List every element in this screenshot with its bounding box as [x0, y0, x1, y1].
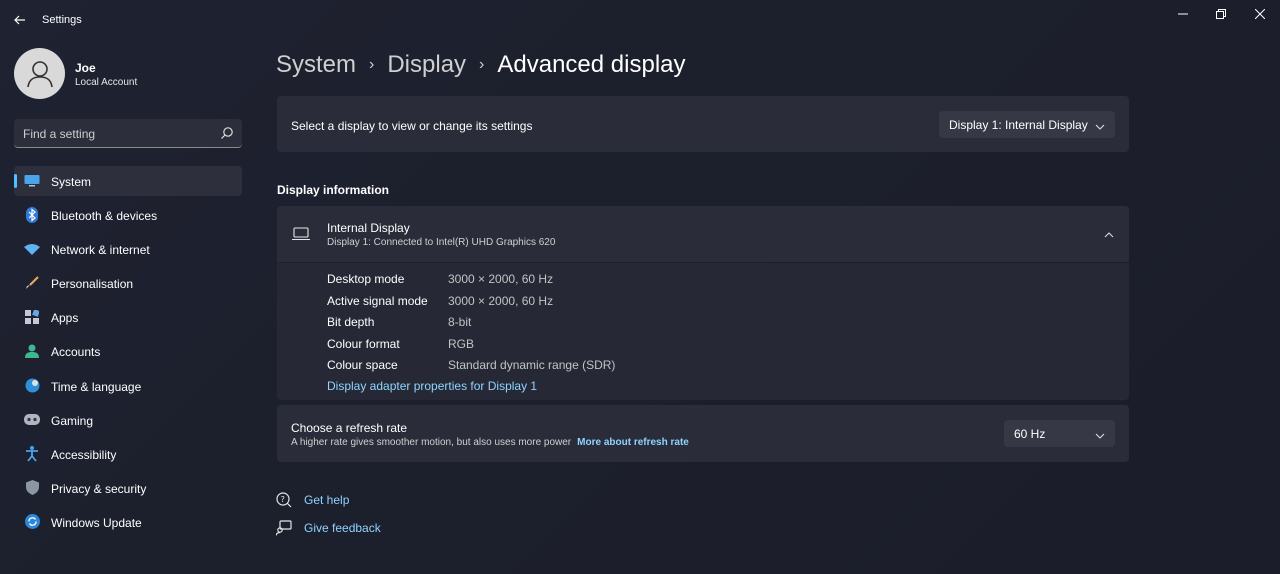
chevron-down-icon: [1095, 119, 1105, 130]
give-feedback-link[interactable]: Give feedback: [275, 518, 381, 538]
get-help-link[interactable]: ? Get help: [276, 490, 349, 510]
display-select-value: Display 1: Internal Display: [949, 118, 1088, 132]
sidebar-item-bluetooth[interactable]: Bluetooth & devices: [14, 200, 242, 230]
display-select-label: Select a display to view or change its s…: [291, 119, 533, 133]
shield-icon: [24, 480, 40, 496]
refresh-rate-value: 60 Hz: [1014, 427, 1046, 441]
sidebar-item-apps[interactable]: Apps: [14, 302, 242, 332]
sidebar-item-network[interactable]: Network & internet: [14, 234, 242, 264]
refresh-rate-description: A higher rate gives smoother motion, but…: [291, 437, 689, 448]
info-key: Active signal mode: [327, 294, 428, 308]
search-placeholder: Find a setting: [23, 127, 96, 141]
help-icon: ?: [276, 492, 292, 508]
section-title-display-information: Display information: [277, 183, 390, 197]
sidebar-item-gaming[interactable]: Gaming: [14, 405, 242, 435]
sidebar-item-label: Windows Update: [51, 515, 142, 530]
give-feedback-label: Give feedback: [304, 521, 381, 535]
apps-icon: [24, 309, 40, 325]
info-key: Desktop mode: [327, 272, 405, 286]
sidebar-item-label: Time & language: [51, 379, 142, 394]
chevron-right-icon: ›: [369, 56, 375, 73]
chevron-up-icon[interactable]: [1103, 228, 1115, 240]
sidebar-item-label: Privacy & security: [51, 481, 147, 496]
chevron-right-icon: ›: [479, 56, 485, 73]
avatar[interactable]: [14, 48, 65, 99]
svg-text:?: ?: [281, 495, 285, 504]
sidebar-item-label: Personalisation: [51, 277, 134, 292]
display-connection: Display 1: Connected to Intel(R) UHD Gra…: [327, 237, 556, 248]
sidebar-item-time-language[interactable]: Time & language: [14, 371, 242, 401]
profile-card[interactable]: Joe Local Account: [14, 48, 244, 100]
sidebar-item-label: Apps: [51, 311, 79, 326]
sidebar-item-label: Accessibility: [51, 447, 117, 462]
info-key: Bit depth: [327, 315, 375, 329]
app-title: Settings: [42, 14, 82, 26]
sidebar-item-label: Accounts: [51, 345, 101, 360]
globe-clock-icon: [24, 378, 40, 394]
get-help-label: Get help: [304, 493, 350, 507]
update-icon: [24, 514, 40, 530]
sidebar-item-label: System: [51, 175, 92, 189]
display-info-details: Desktop mode 3000 × 2000, 60 Hz Active s…: [277, 263, 1129, 400]
laptop-icon: [292, 227, 310, 241]
display-name: Internal Display: [327, 221, 410, 235]
brush-icon: [24, 275, 40, 291]
monitor-icon: [24, 173, 40, 189]
page-title: Advanced display: [497, 51, 686, 78]
display-info-header[interactable]: Internal Display Display 1: Connected to…: [277, 206, 1129, 262]
gamepad-icon: [24, 412, 40, 428]
info-key: Colour space: [327, 358, 398, 372]
accessibility-icon: [24, 445, 40, 462]
breadcrumb: System › Display › Advanced display: [276, 49, 686, 81]
chevron-down-icon: [1095, 428, 1105, 439]
sidebar-item-label: Network & internet: [51, 243, 150, 258]
more-about-refresh-rate-link[interactable]: More about refresh rate: [577, 437, 689, 448]
sidebar-item-accounts[interactable]: Accounts: [14, 336, 242, 366]
close-icon[interactable]: [1237, 0, 1280, 28]
display-select-dropdown[interactable]: Display 1: Internal Display: [939, 111, 1115, 138]
back-arrow-icon[interactable]: [8, 8, 32, 32]
sidebar-item-personalisation[interactable]: Personalisation: [14, 268, 242, 298]
wifi-icon: [24, 241, 40, 257]
sidebar-item-label: Gaming: [51, 413, 94, 428]
profile-name: Joe: [75, 61, 96, 75]
refresh-rate-title: Choose a refresh rate: [291, 421, 408, 435]
breadcrumb-system[interactable]: System: [276, 51, 356, 79]
search-icon[interactable]: [220, 126, 234, 140]
info-value: 8-bit: [448, 315, 472, 329]
feedback-icon: [275, 520, 292, 536]
info-key: Colour format: [327, 337, 400, 351]
refresh-rate-dropdown[interactable]: 60 Hz: [1004, 420, 1115, 447]
sidebar-item-windows-update[interactable]: Windows Update: [14, 507, 242, 537]
display-select-card: Select a display to view or change its s…: [277, 96, 1129, 152]
sidebar-nav: System Bluetooth & devices Network & int…: [14, 166, 242, 541]
display-adapter-properties-link[interactable]: Display adapter properties for Display 1: [327, 379, 537, 393]
info-value: 3000 × 2000, 60 Hz: [448, 272, 554, 286]
refresh-rate-card: Choose a refresh rate A higher rate give…: [277, 405, 1129, 462]
sidebar-item-label: Bluetooth & devices: [51, 209, 158, 224]
person-icon: [24, 343, 40, 359]
info-value: 3000 × 2000, 60 Hz: [448, 294, 554, 308]
profile-account-type: Local Account: [75, 77, 138, 88]
sidebar-item-accessibility[interactable]: Accessibility: [14, 439, 242, 469]
sidebar-item-privacy[interactable]: Privacy & security: [14, 473, 242, 503]
bluetooth-icon: [24, 207, 40, 224]
info-value: Standard dynamic range (SDR): [448, 358, 616, 372]
info-value: RGB: [448, 337, 475, 351]
title-bar: Settings: [0, 0, 1280, 40]
breadcrumb-display[interactable]: Display: [387, 51, 466, 79]
search-input[interactable]: Find a setting: [14, 119, 242, 148]
refresh-rate-subtitle: A higher rate gives smoother motion, but…: [291, 437, 572, 448]
sidebar-item-system[interactable]: System: [14, 166, 242, 196]
